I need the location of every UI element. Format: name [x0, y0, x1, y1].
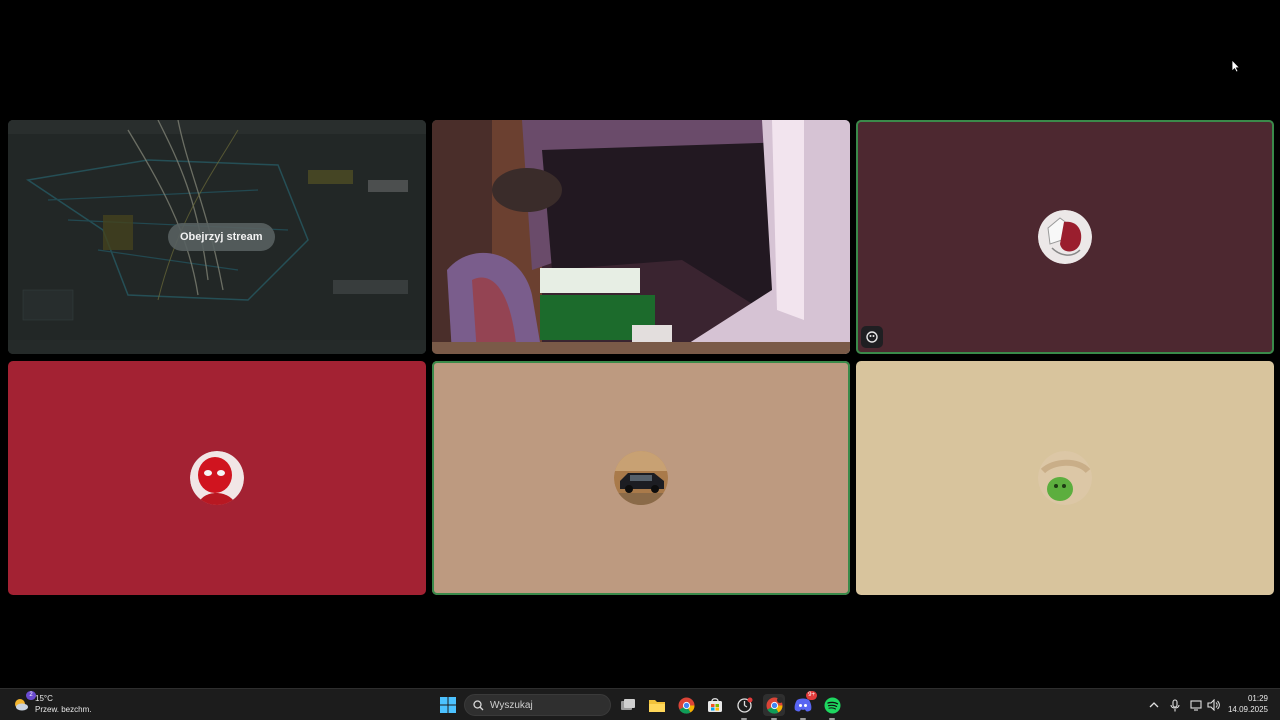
- search-placeholder: Wyszukaj: [490, 699, 533, 711]
- system-clock[interactable]: 01:29 14.09.2025: [1228, 693, 1268, 715]
- participant-avatar: [190, 451, 244, 505]
- windows-start-icon[interactable]: [437, 694, 459, 716]
- camera-video-tile[interactable]: [432, 120, 850, 354]
- task-view-icon[interactable]: [617, 694, 639, 716]
- search-icon: [473, 699, 484, 710]
- participant-tile-3[interactable]: [856, 120, 1274, 354]
- weather-icon: 2: [12, 691, 36, 713]
- activity-icon[interactable]: [861, 326, 883, 348]
- clock-date: 14.09.2025: [1227, 705, 1268, 714]
- weather-condition: Przew. bezchm.: [35, 705, 92, 714]
- mouse-cursor-icon: [1231, 59, 1240, 73]
- camera-feed: [432, 120, 850, 354]
- discord-call-window: Obejrzyj stream 2 15°C Przew. bezchm. Wy…: [0, 0, 1280, 720]
- file-explorer-icon[interactable]: [646, 694, 668, 716]
- volume-icon[interactable]: [1205, 695, 1221, 715]
- discord-notification-badge: 9+: [806, 691, 817, 700]
- participant-tile-4[interactable]: [8, 361, 426, 595]
- microsoft-store-icon[interactable]: [704, 694, 726, 716]
- spotify-icon[interactable]: [821, 694, 843, 720]
- watch-stream-button[interactable]: Obejrzyj stream: [168, 223, 275, 251]
- clock-time: 01:29: [1247, 694, 1268, 703]
- weather-alert-badge: 2: [26, 691, 36, 700]
- weather-temperature: 15°C: [35, 694, 53, 703]
- weather-widget[interactable]: 2 15°C Przew. bezchm.: [12, 691, 92, 715]
- snipping-tool-icon[interactable]: [733, 694, 755, 720]
- participant-avatar: [614, 451, 668, 505]
- discord-icon[interactable]: 9+: [792, 691, 817, 720]
- screen-share-tile[interactable]: Obejrzyj stream: [8, 120, 426, 354]
- chrome-profile-icon[interactable]: [763, 694, 785, 720]
- network-icon[interactable]: [1188, 695, 1204, 715]
- participant-avatar: [1038, 210, 1092, 264]
- participant-tile-6[interactable]: [856, 361, 1274, 595]
- chrome-icon[interactable]: [675, 694, 697, 716]
- microphone-icon[interactable]: [1167, 695, 1183, 715]
- participant-tile-5[interactable]: [432, 361, 850, 595]
- participant-avatar: [1038, 451, 1092, 505]
- taskbar-search-box[interactable]: Wyszukaj: [464, 694, 611, 716]
- windows-taskbar: 2 15°C Przew. bezchm. Wyszukaj 9+ 01:29 …: [0, 688, 1280, 720]
- chevron-up-icon[interactable]: [1146, 695, 1162, 715]
